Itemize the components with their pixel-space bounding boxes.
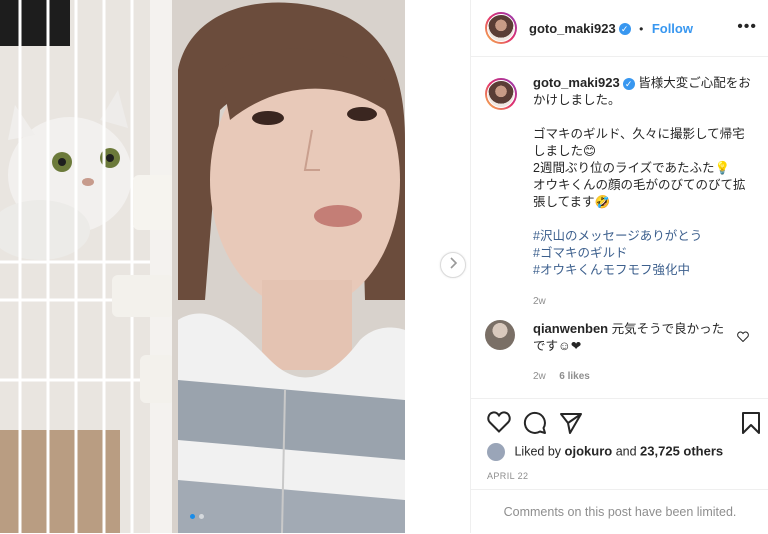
photo-illustration	[0, 0, 405, 533]
hashtag-link[interactable]: #ゴマキのギルド	[533, 245, 751, 262]
liker-username[interactable]: ojokuro	[565, 443, 613, 458]
comment-likes[interactable]: 6 likes	[559, 371, 590, 382]
likes-summary: Liked by ojokuro and 23,725 others	[487, 443, 723, 461]
caption-line-3: 2週間ぶり位のライズであたふた💡	[533, 161, 731, 175]
comment-text-block: qianwenben 元気そうで良かったです☺❤ 2w 6 likes	[533, 320, 733, 385]
next-photo-button[interactable]	[440, 252, 466, 278]
chevron-right-icon	[448, 256, 458, 274]
liker-avatar[interactable]	[487, 443, 505, 461]
likes-others[interactable]: 23,725 others	[640, 443, 723, 458]
caption-text: goto_maki923 ✓ 皆様大変ご心配をおかけしました。 ゴマキのギルド、久…	[533, 74, 751, 310]
heart-icon[interactable]	[487, 411, 511, 438]
post-header: goto_maki923 ✓ • Follow •••	[471, 0, 768, 57]
comment-time[interactable]: 2w	[533, 371, 546, 382]
caption-time[interactable]: 2w	[533, 293, 751, 310]
author-username[interactable]: goto_maki923	[529, 21, 616, 36]
author-avatar[interactable]	[485, 12, 517, 44]
comment-like-heart-icon[interactable]	[737, 329, 749, 347]
carousel-dots	[190, 514, 204, 519]
caption-line-2: ゴマキのギルド、久々に撮影して帰宅しました😊	[533, 127, 745, 158]
post-sidebar: goto_maki923 ✓ • Follow ••• goto_maki923 ✓…	[470, 0, 768, 533]
bookmark-icon[interactable]	[741, 411, 761, 440]
caption-avatar[interactable]	[485, 78, 517, 110]
more-options-icon[interactable]: •••	[737, 18, 757, 36]
commenter-username[interactable]: qianwenben	[533, 321, 608, 336]
verified-icon: ✓	[622, 77, 635, 90]
carousel-dot	[199, 514, 204, 519]
hashtag-link[interactable]: #沢山のメッセージありがとう	[533, 228, 751, 245]
likes-connector: and	[615, 444, 637, 459]
comments-limited-notice: Comments on this post have been limited.	[471, 489, 768, 534]
comment-icon[interactable]	[523, 411, 547, 440]
commenter-avatar[interactable]	[485, 320, 515, 350]
hashtag-link[interactable]: #オウキくんモフモフ強化中	[533, 262, 751, 279]
carousel-dot-active	[190, 514, 195, 519]
caption-username[interactable]: goto_maki923	[533, 75, 620, 90]
post-date[interactable]: APRIL 22	[487, 471, 528, 481]
caption-line-4: オウキくんの顔の毛がのびてのびて拡張してます🤣	[533, 178, 746, 209]
likes-prefix: Liked by	[514, 444, 562, 459]
author-line: goto_maki923 ✓ • Follow	[529, 20, 693, 38]
post-photo[interactable]	[0, 0, 405, 533]
verified-icon: ✓	[618, 22, 631, 35]
actions-bar: Liked by ojokuro and 23,725 others APRIL…	[471, 398, 768, 534]
dot-separator: •	[639, 22, 644, 36]
instagram-post: goto_maki923 ✓ • Follow ••• goto_maki923 ✓…	[0, 0, 768, 533]
share-icon[interactable]	[559, 411, 583, 440]
follow-button[interactable]: Follow	[652, 21, 693, 36]
